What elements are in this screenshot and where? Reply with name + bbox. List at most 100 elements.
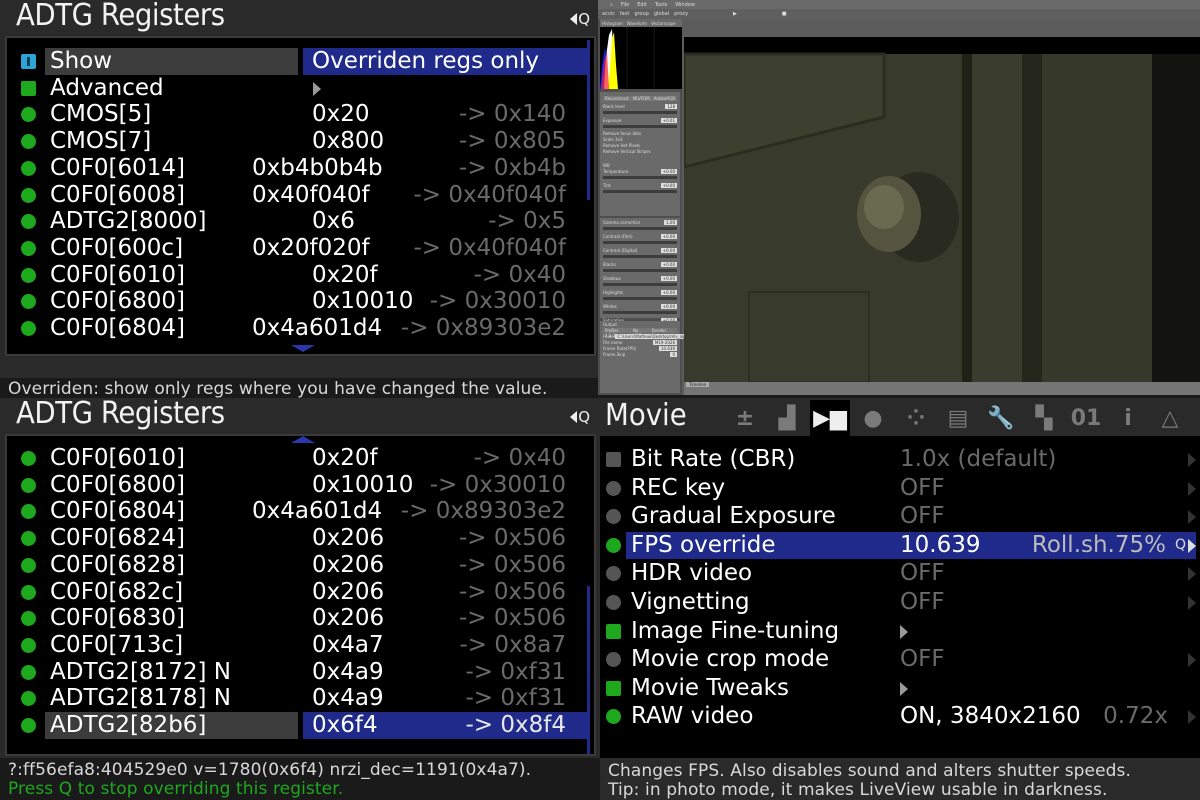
register-value[interactable]: 0x206 (312, 605, 384, 632)
register-row[interactable]: ADTG2[8178] N 0x4a9 -> 0xf31 (7, 685, 594, 712)
input-button[interactable]: Reconstruct (603, 95, 631, 101)
slider-row[interactable]: Tint +0.00 (603, 182, 677, 188)
register-value[interactable]: 0x206 (312, 579, 384, 606)
slider-row[interactable]: Whites +0.00 (603, 303, 677, 309)
tab-display[interactable]: ▤ (938, 402, 978, 434)
register-row[interactable]: C0F0[6010] 0x20f -> 0x40 (7, 445, 594, 472)
slider-value[interactable]: +0.00 (660, 261, 677, 267)
submenu-arrow-icon[interactable] (900, 624, 908, 639)
register-value[interactable]: Overriden regs only (312, 48, 539, 75)
register-value[interactable]: 0x800 (312, 128, 384, 155)
slider-value[interactable]: +0.00 (660, 182, 677, 188)
output-button[interactable]: No HDR (631, 327, 650, 338)
play-icon[interactable]: ▶ (733, 11, 737, 17)
slider-track[interactable] (603, 176, 677, 179)
register-row[interactable]: ADTG2[8000] 0x6 -> 0x5 (7, 208, 594, 235)
slider-value[interactable]: +0.01 (660, 117, 677, 123)
checkbox-option[interactable]: Remove Vertical Stripes (603, 149, 677, 155)
q-button-hint[interactable]: Q (570, 408, 590, 426)
submenu-arrow-icon[interactable] (313, 81, 321, 96)
register-row[interactable]: C0F0[600c] 0x20f020f -> 0x40f040f (7, 235, 594, 262)
scroll-down-icon[interactable] (291, 345, 315, 352)
more-arrow-icon[interactable] (1188, 567, 1196, 582)
register-value[interactable]: 0x20 (312, 101, 370, 128)
slider-value[interactable]: +0.00 (660, 275, 677, 281)
tab-histogram[interactable]: ▟ (767, 402, 807, 434)
register-row[interactable]: C0F0[6824] 0x206 -> 0x506 (7, 525, 594, 552)
tab-info[interactable]: i (1108, 402, 1148, 434)
register-row[interactable]: Advanced (7, 75, 594, 102)
register-value[interactable]: 0x10010 (312, 288, 413, 315)
field-input[interactable]: C:\Users\Mathew\Desktop\mlv_alpha (615, 333, 693, 339)
register-row[interactable]: CMOS[7] 0x800 -> 0x805 (7, 128, 594, 155)
menu-item-movie-crop-mode[interactable]: Movie crop mode OFF (600, 646, 1200, 673)
tab-wrench[interactable]: 🔧 (981, 402, 1021, 434)
register-row[interactable]: C0F0[6800] 0x10010 -> 0x30010 (7, 472, 594, 499)
app-menu-edit[interactable]: Edit (637, 2, 647, 8)
more-arrow-icon[interactable] (1188, 453, 1196, 467)
slider-track[interactable] (603, 241, 677, 244)
submenu-arrow-icon[interactable] (900, 681, 908, 696)
search-icon[interactable]: ⌕ (610, 2, 613, 8)
menu-item-hdr-video[interactable]: HDR video OFF (600, 560, 1200, 587)
output-button[interactable]: Render Task (649, 327, 678, 338)
more-arrow-icon[interactable] (1188, 510, 1196, 525)
slider-value[interactable]: +0.00 (660, 233, 677, 239)
register-value[interactable]: 0x206 (312, 552, 384, 579)
tab-exposure[interactable]: ± (725, 402, 765, 434)
tab-modules[interactable]: ▚ (1024, 402, 1064, 434)
more-arrow-icon[interactable] (1188, 538, 1196, 553)
scrollbar[interactable] (587, 40, 590, 200)
register-value[interactable]: 0x4a601d4 (252, 498, 382, 525)
field-input[interactable]: 0 (670, 351, 677, 357)
register-value[interactable]: 0x6 (312, 208, 355, 235)
slider-value[interactable]: 128 (665, 103, 677, 109)
register-row[interactable]: CMOS[5] 0x20 -> 0x140 (7, 101, 594, 128)
q-button-hint[interactable]: Q (570, 10, 590, 28)
register-row[interactable]: C0F0[6828] 0x206 -> 0x506 (7, 552, 594, 579)
slider-track[interactable] (603, 297, 677, 300)
field-input[interactable]: 10.639 (659, 345, 677, 351)
register-row[interactable]: Show Overriden regs only (7, 48, 594, 75)
tab-warning[interactable]: △ (1150, 402, 1190, 434)
toolbar-item[interactable]: proxy (674, 11, 688, 17)
scroll-up-icon[interactable] (291, 436, 315, 443)
register-row[interactable]: C0F0[6008] 0x40f040f -> 0x40f040f (7, 182, 594, 209)
slider-row[interactable]: Gamma correction 1.00 (603, 219, 677, 225)
register-value[interactable]: 0x20f020f (252, 235, 370, 262)
toolbar-item[interactable]: global (654, 11, 669, 17)
menu-item-fps-override[interactable]: FPS override 10.639 Roll.sh.75% Q (600, 531, 1200, 559)
tab-focus[interactable]: ⁘ (896, 402, 936, 434)
slider-row[interactable]: Highlights +0.00 (603, 289, 677, 295)
record-icon[interactable]: ■ (782, 11, 787, 17)
register-value[interactable]: 0x206 (312, 525, 384, 552)
slider-row[interactable]: Temperature +0.00 (603, 168, 677, 174)
output-button[interactable]: ProRes 4:2:2 (603, 327, 631, 338)
slider-track[interactable] (603, 269, 677, 272)
slider-value[interactable]: +0.00 (660, 247, 677, 253)
slider-row[interactable]: Shadows +0.00 (603, 275, 677, 281)
app-menu-window[interactable]: Window (675, 2, 695, 8)
slider-row[interactable]: Blacks +0.00 (603, 261, 677, 267)
field-input[interactable]: M19-2026 (652, 339, 677, 345)
toolbar-item[interactable]: group (634, 11, 649, 17)
register-row[interactable]: C0F0[6804] 0x4a601d4 -> 0x89303e2 (7, 315, 594, 342)
register-value[interactable]: 0x6f4 (312, 712, 378, 739)
register-value[interactable]: 0x4a9 (312, 659, 384, 686)
more-arrow-icon[interactable] (1188, 653, 1196, 668)
more-arrow-icon[interactable] (1188, 710, 1196, 725)
menu-item-movie-tweaks[interactable]: Movie Tweaks (600, 675, 1200, 702)
app-menu-file[interactable]: File (621, 2, 629, 8)
register-row[interactable]: C0F0[6010] 0x20f -> 0x40 (7, 262, 594, 289)
toolbar-item[interactable]: fast (620, 11, 629, 17)
slider-track[interactable] (603, 125, 677, 128)
app-menu-tools[interactable]: Tools (655, 2, 667, 8)
slider-track[interactable] (603, 311, 677, 314)
register-row[interactable]: C0F0[6830] 0x206 -> 0x506 (7, 605, 594, 632)
register-value[interactable]: 0x40f040f (252, 182, 370, 209)
slider-row[interactable]: Black level 128 (603, 103, 677, 109)
register-row[interactable]: C0F0[6800] 0x10010 -> 0x30010 (7, 288, 594, 315)
menu-item-gradual-exposure[interactable]: Gradual Exposure OFF (600, 503, 1200, 530)
slider-value[interactable]: 1.00 (664, 219, 677, 225)
more-arrow-icon[interactable] (1188, 596, 1196, 610)
